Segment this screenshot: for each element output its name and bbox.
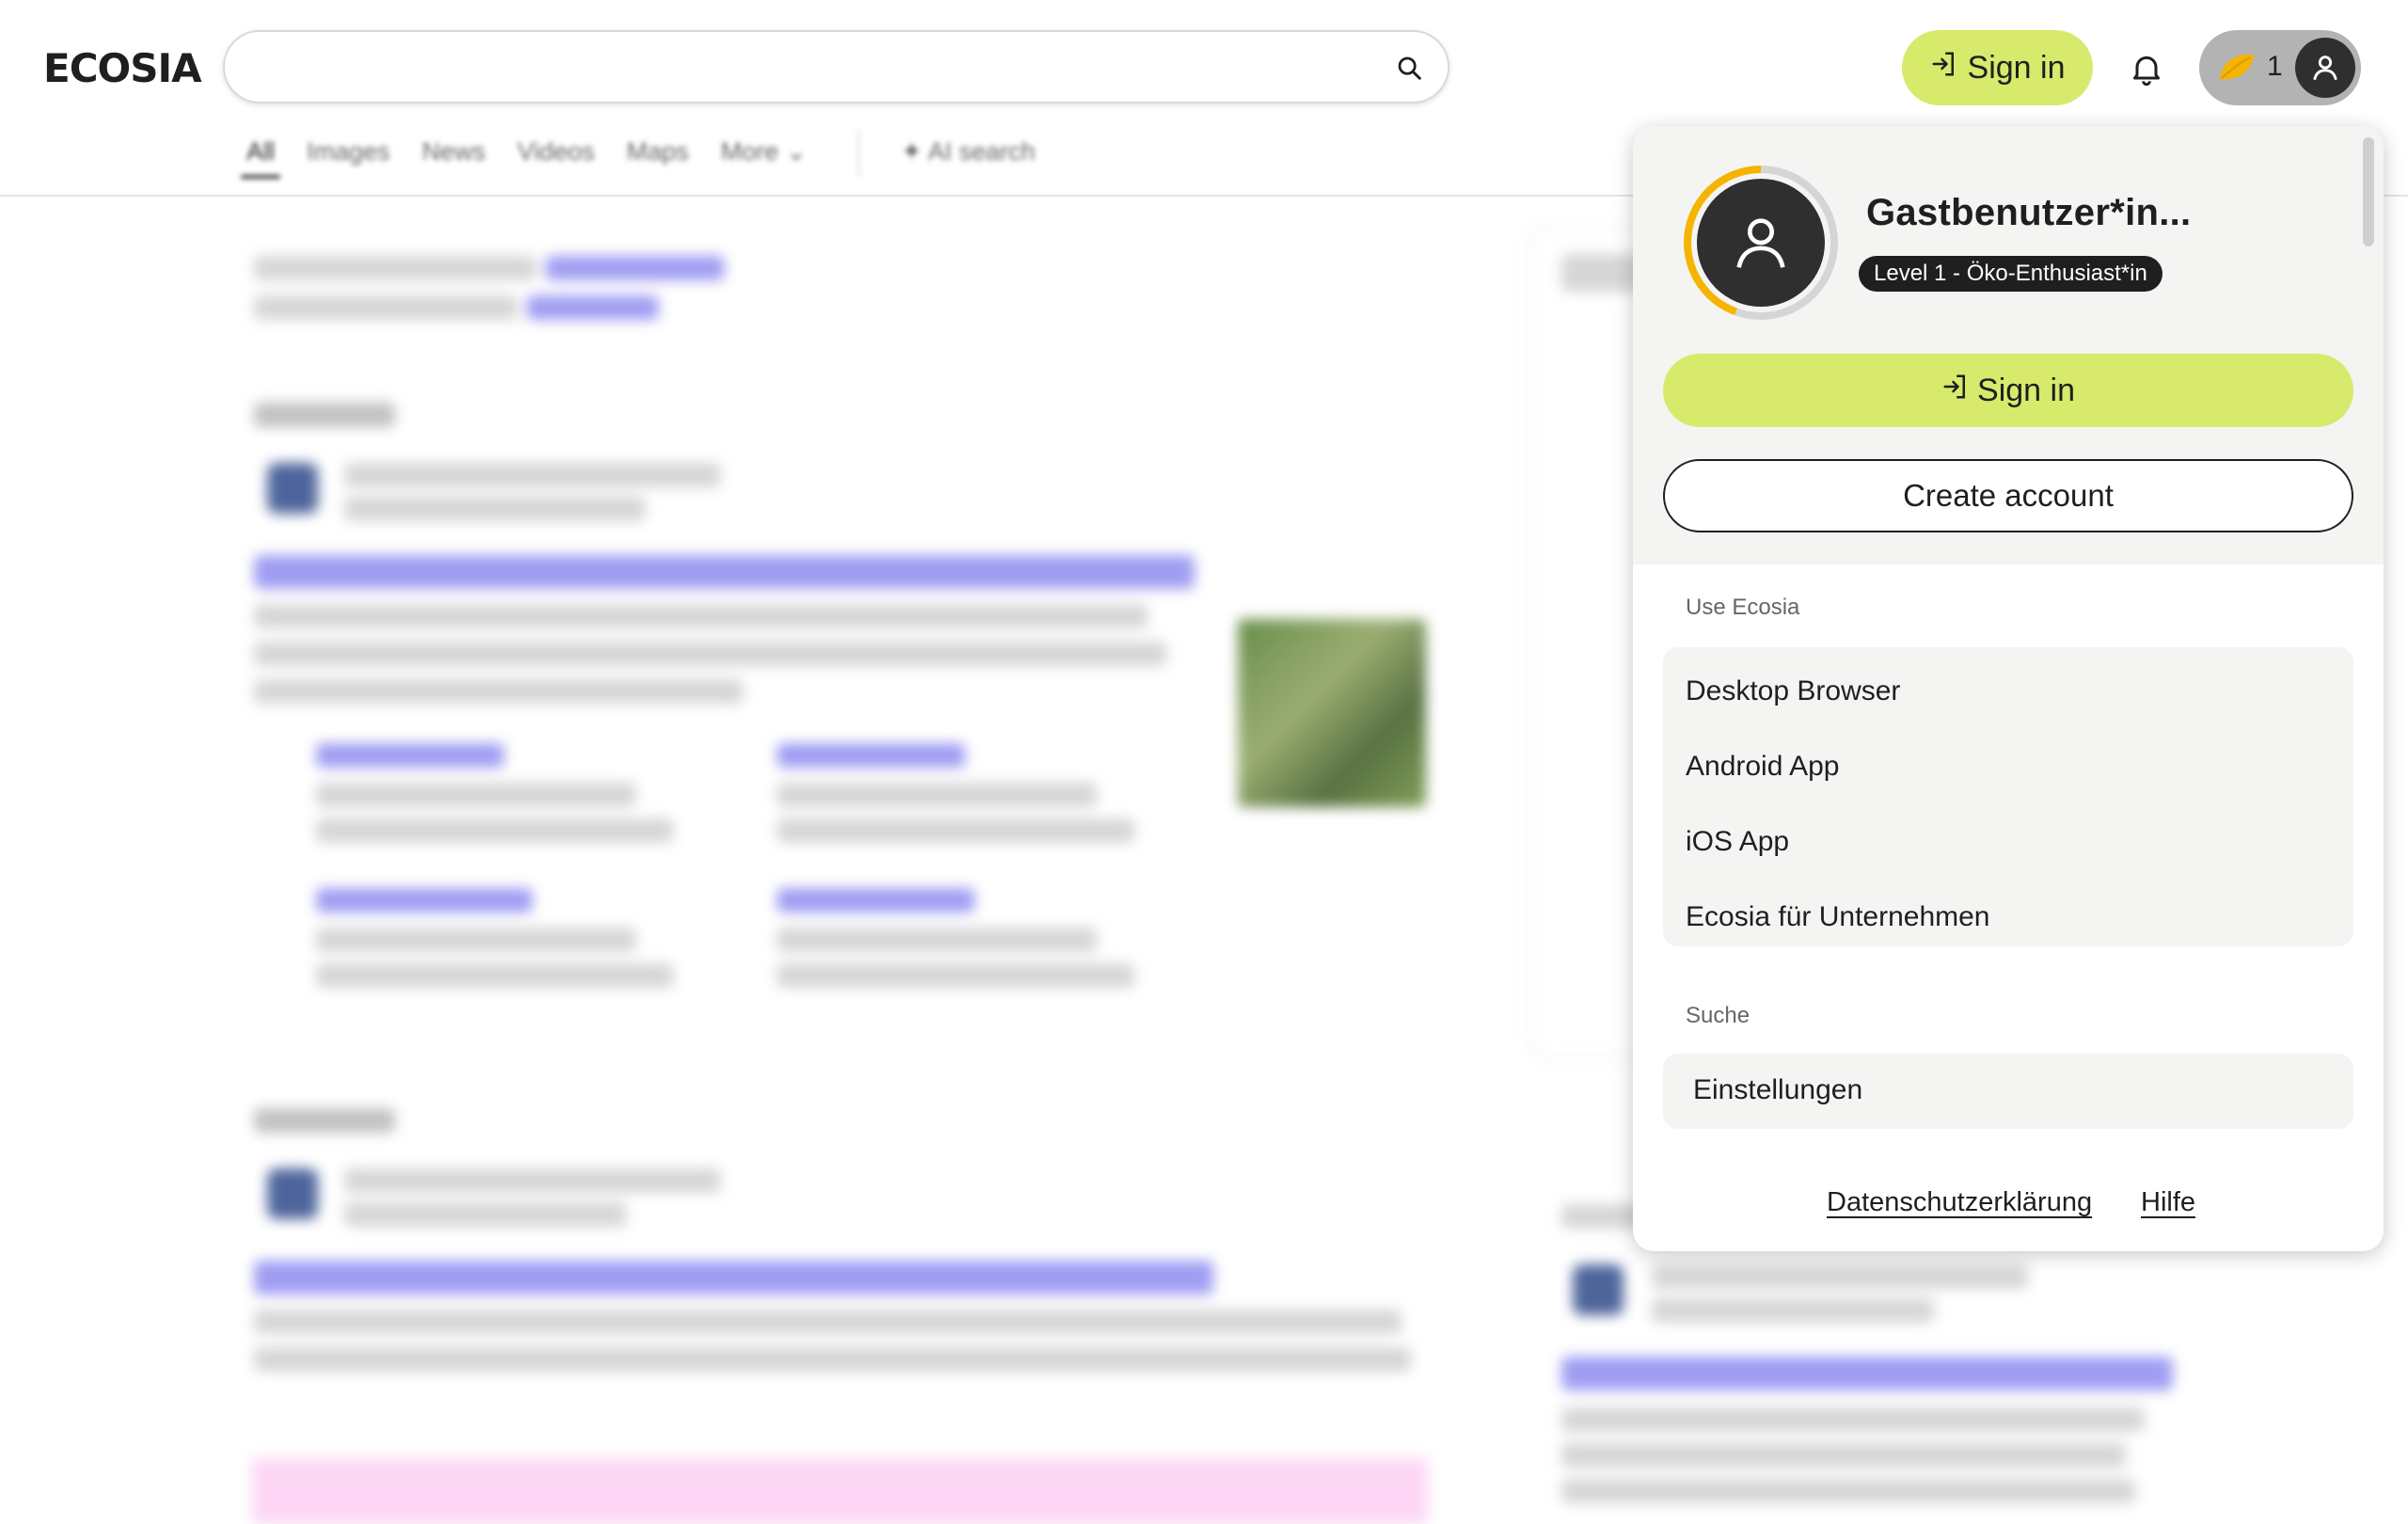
tab-news[interactable]: News: [422, 130, 486, 167]
account-username: Gastbenutzer*in...: [1866, 192, 2192, 233]
search-icon[interactable]: [1391, 50, 1427, 86]
privacy-link[interactable]: Datenschutzerklärung: [1827, 1187, 2092, 1218]
dropdown-scrollbar[interactable]: [2363, 137, 2374, 246]
chevron-down-icon: ⌄: [785, 137, 807, 166]
user-icon: [2295, 38, 2355, 98]
menu-item-ios-app[interactable]: iOS App: [1686, 826, 1789, 858]
tab-all[interactable]: All: [240, 130, 281, 179]
sign-in-icon: [1930, 50, 1958, 87]
menu-item-einstellungen[interactable]: Einstellungen: [1693, 1074, 1862, 1106]
account-summary: Gastbenutzer*in... Level 1 - Öko-Enthusi…: [1633, 126, 2384, 564]
menu-item-ecosia-business[interactable]: Ecosia für Unternehmen: [1686, 901, 1990, 933]
bell-icon[interactable]: [2128, 50, 2165, 87]
ecosia-logo[interactable]: ECOSIA: [43, 45, 202, 91]
level-badge: Level 1 - Öko-Enthusiast*in: [1859, 256, 2162, 292]
search-bar: [223, 30, 1450, 103]
sparkle-icon: ✦: [900, 137, 923, 166]
help-link[interactable]: Hilfe: [2141, 1187, 2195, 1218]
suche-group: Einstellungen: [1663, 1054, 2353, 1129]
use-ecosia-group: Desktop Browser Android App iOS App Ecos…: [1663, 647, 2353, 946]
tab-more[interactable]: More ⌄: [721, 130, 807, 167]
sign-in-icon: [1941, 373, 1970, 409]
tab-ai-search[interactable]: ✦ AI search: [901, 130, 1036, 167]
use-ecosia-heading: Use Ecosia: [1686, 595, 1800, 620]
user-icon: [1697, 179, 1825, 307]
search-input[interactable]: [253, 43, 1367, 92]
account-menu-toggle[interactable]: 1: [2199, 30, 2361, 105]
panel-sign-in-button[interactable]: Sign in: [1663, 354, 2353, 427]
leaf-icon: [2216, 51, 2258, 89]
suche-heading: Suche: [1686, 1003, 1751, 1028]
tab-images[interactable]: Images: [307, 130, 390, 167]
tree-count: 1: [2267, 51, 2283, 82]
tab-videos[interactable]: Videos: [517, 130, 594, 167]
menu-item-android-app[interactable]: Android App: [1686, 751, 1839, 783]
header-sign-in-label: Sign in: [1967, 49, 2066, 86]
panel-sign-in-label: Sign in: [1977, 372, 2075, 408]
menu-item-desktop-browser[interactable]: Desktop Browser: [1686, 675, 1900, 707]
ai-search-label: AI search: [927, 137, 1036, 166]
tabs-divider: [857, 130, 860, 177]
create-account-button[interactable]: Create account: [1663, 459, 2353, 532]
tab-more-label: More: [721, 137, 779, 166]
search-tabs: All Images News Videos Maps More ⌄ ✦ AI …: [240, 130, 1068, 186]
account-dropdown: Gastbenutzer*in... Level 1 - Öko-Enthusi…: [1633, 126, 2384, 1251]
header-sign-in-button[interactable]: Sign in: [1902, 30, 2093, 105]
tab-maps[interactable]: Maps: [626, 130, 689, 167]
